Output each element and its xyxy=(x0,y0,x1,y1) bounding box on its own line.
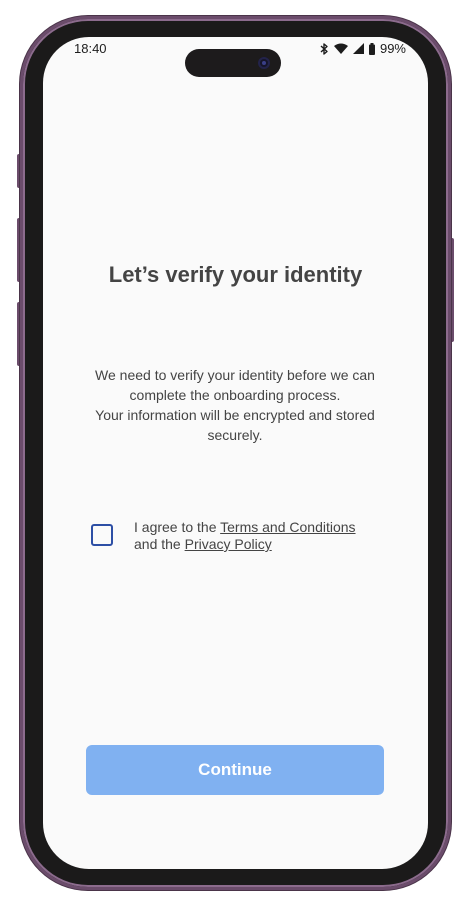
battery-icon xyxy=(368,42,375,55)
dynamic-island xyxy=(185,49,281,77)
agreement-prefix: I agree to the xyxy=(134,519,221,535)
bluetooth-icon xyxy=(320,42,329,55)
camera-icon xyxy=(258,57,270,69)
privacy-link[interactable]: Privacy Policy xyxy=(185,536,272,552)
status-icons: 99% xyxy=(320,41,406,56)
wifi-icon xyxy=(333,43,348,54)
agree-checkbox[interactable] xyxy=(91,524,113,546)
battery-percent: 99% xyxy=(379,41,406,56)
description-text: We need to verify your identity before w… xyxy=(85,365,385,445)
continue-button[interactable]: Continue xyxy=(86,745,384,795)
signal-icon xyxy=(352,43,364,54)
phone-screen: 18:40 99% Let’s verify your identity We … xyxy=(43,37,428,869)
description-line: We need to verify your identity before w… xyxy=(95,367,375,403)
terms-link[interactable]: Terms and Conditions xyxy=(220,519,355,535)
description-line: Your information will be encrypted and s… xyxy=(95,407,375,443)
status-time: 18:40 xyxy=(74,41,107,56)
agreement-text: I agree to the Terms and Conditions and … xyxy=(134,519,394,553)
page-title: Let’s verify your identity xyxy=(108,262,363,287)
agreement-middle: and the xyxy=(134,536,185,552)
